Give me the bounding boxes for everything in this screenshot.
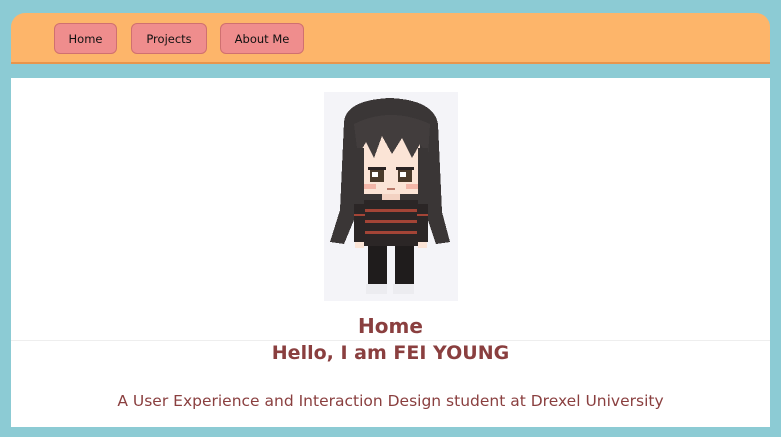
page-title: Home: [358, 314, 423, 338]
nav-home-button[interactable]: Home: [54, 23, 117, 54]
navbar: Home Projects About Me: [11, 13, 770, 64]
avatar: [324, 92, 458, 301]
main-content: Home Hello, I am FEI YOUNG A User Experi…: [11, 78, 770, 427]
nav-about-me-button[interactable]: About Me: [220, 23, 304, 54]
greeting-heading: Hello, I am FEI YOUNG: [271, 342, 510, 364]
tagline: A User Experience and Interaction Design…: [117, 392, 664, 410]
content-divider: [11, 340, 770, 341]
pixel-avatar-image: [330, 98, 450, 294]
nav-projects-button[interactable]: Projects: [131, 23, 207, 54]
